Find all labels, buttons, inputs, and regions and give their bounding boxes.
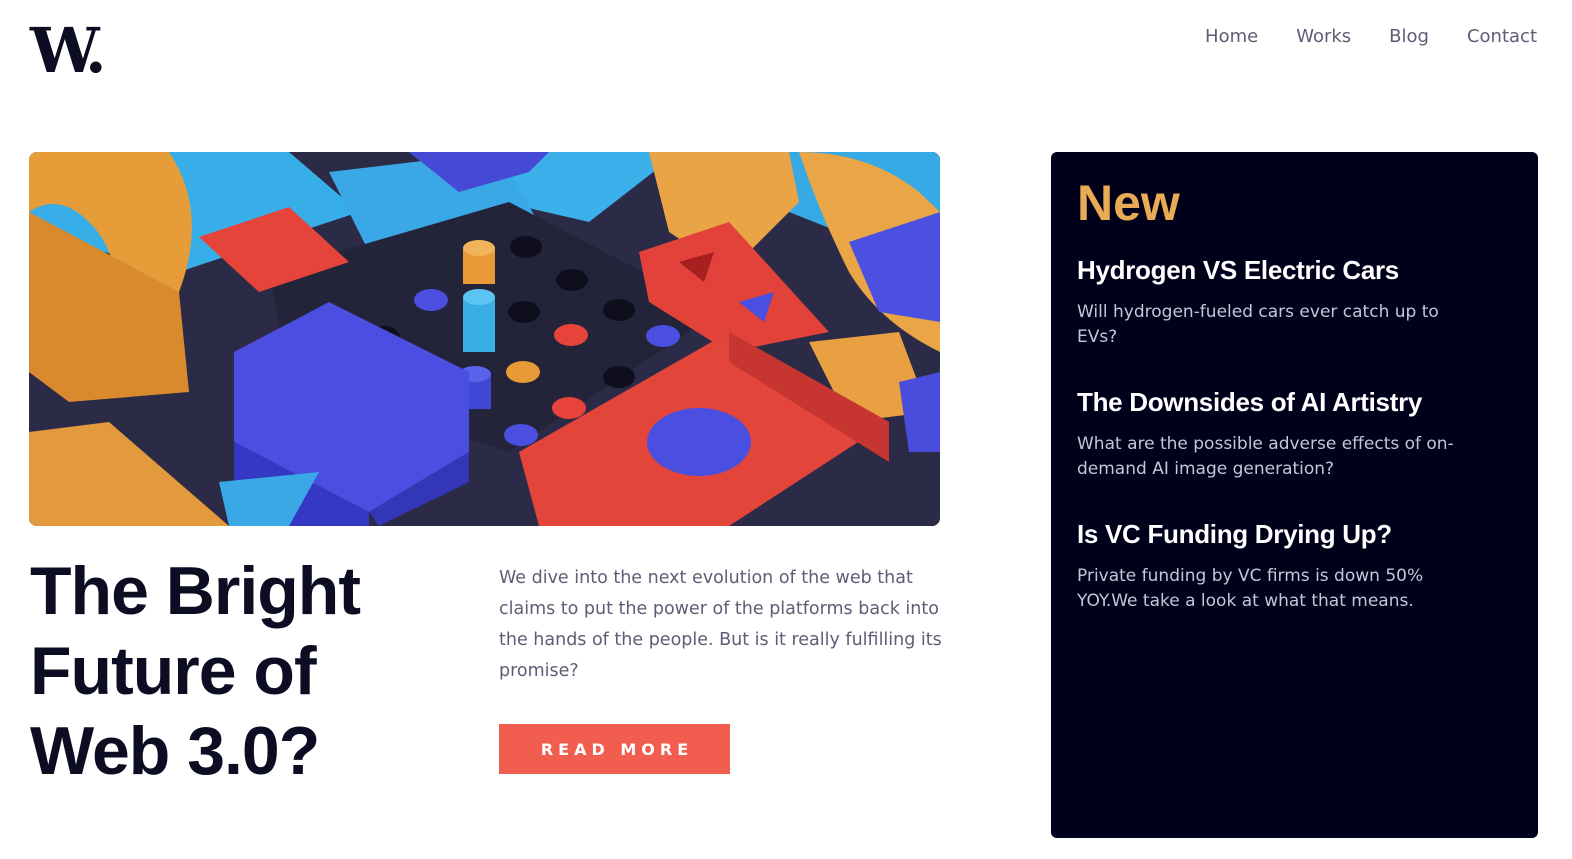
- news-item[interactable]: Is VC Funding Drying Up? Private funding…: [1077, 518, 1512, 614]
- abstract-blocks-illustration-icon: [29, 152, 940, 526]
- read-more-button[interactable]: READ MORE: [499, 724, 730, 774]
- news-item-title[interactable]: The Downsides of AI Artistry: [1077, 386, 1512, 418]
- news-item-title[interactable]: Hydrogen VS Electric Cars: [1077, 254, 1512, 286]
- logo[interactable]: W.: [30, 14, 112, 87]
- news-item-title[interactable]: Is VC Funding Drying Up?: [1077, 518, 1512, 550]
- hero-image: [29, 152, 940, 526]
- main-nav: Home Works Blog Contact: [1205, 24, 1537, 50]
- hero-headline: The Bright Future of Web 3.0?: [30, 553, 361, 789]
- news-item-desc: Will hydrogen-fueled cars ever catch up …: [1077, 302, 1439, 347]
- news-item-desc: Private funding by VC firms is down 50% …: [1077, 566, 1424, 611]
- nav-contact[interactable]: Contact: [1467, 24, 1537, 50]
- nav-blog[interactable]: Blog: [1389, 24, 1429, 50]
- logo-text: W.: [30, 14, 107, 87]
- new-panel-title: New: [1077, 175, 1180, 231]
- nav-works[interactable]: Works: [1296, 24, 1351, 50]
- nav-home[interactable]: Home: [1205, 24, 1258, 50]
- hero-intro: We dive into the next evolution of the w…: [499, 568, 942, 681]
- news-item[interactable]: The Downsides of AI Artistry What are th…: [1077, 386, 1512, 482]
- news-item-desc: What are the possible adverse effects of…: [1077, 434, 1454, 479]
- news-item[interactable]: Hydrogen VS Electric Cars Will hydrogen-…: [1077, 254, 1512, 350]
- new-articles-panel: New Hydrogen VS Electric Cars Will hydro…: [1051, 152, 1538, 838]
